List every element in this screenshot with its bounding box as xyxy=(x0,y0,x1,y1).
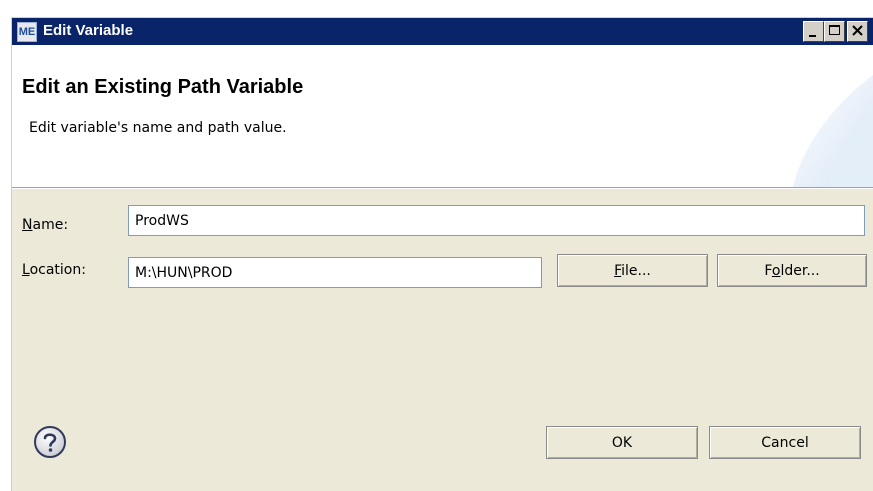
minimize-button[interactable] xyxy=(803,21,824,42)
folder-button[interactable]: Folder... xyxy=(717,254,867,287)
folder-button-prefix: F xyxy=(764,262,772,279)
location-label: Location: xyxy=(22,262,86,278)
maximize-button[interactable] xyxy=(824,21,845,42)
header-banner: Edit an Existing Path Variable Edit vari… xyxy=(12,45,873,187)
name-label-text: ame: xyxy=(32,217,69,233)
ok-button[interactable]: OK xyxy=(546,426,698,459)
minimize-icon xyxy=(809,35,816,37)
folder-button-label: lder... xyxy=(780,262,820,279)
close-icon xyxy=(852,25,863,36)
cancel-button[interactable]: Cancel xyxy=(709,426,861,459)
close-button[interactable] xyxy=(847,21,868,42)
page-heading: Edit an Existing Path Variable xyxy=(22,76,304,98)
help-icon[interactable] xyxy=(33,425,67,459)
app-icon: ME xyxy=(17,22,37,42)
location-label-text: ocation: xyxy=(29,262,86,278)
page-description: Edit variable's name and path value. xyxy=(29,120,287,136)
name-field[interactable] xyxy=(128,205,865,236)
file-button[interactable]: File... xyxy=(557,254,708,287)
edit-variable-dialog: ME Edit Variable Edit an Existing Path V… xyxy=(11,17,873,491)
name-label-mnemonic: N xyxy=(22,217,33,233)
location-field[interactable] xyxy=(128,257,542,288)
file-button-label: ile... xyxy=(621,262,651,279)
title-bar[interactable]: ME Edit Variable xyxy=(12,18,873,45)
window-title: Edit Variable xyxy=(43,22,134,39)
banner-decoration xyxy=(793,75,873,187)
maximize-icon xyxy=(829,25,840,35)
location-label-mnemonic: L xyxy=(22,262,30,278)
banner-divider-highlight xyxy=(12,188,873,189)
name-label: Name: xyxy=(22,217,68,233)
